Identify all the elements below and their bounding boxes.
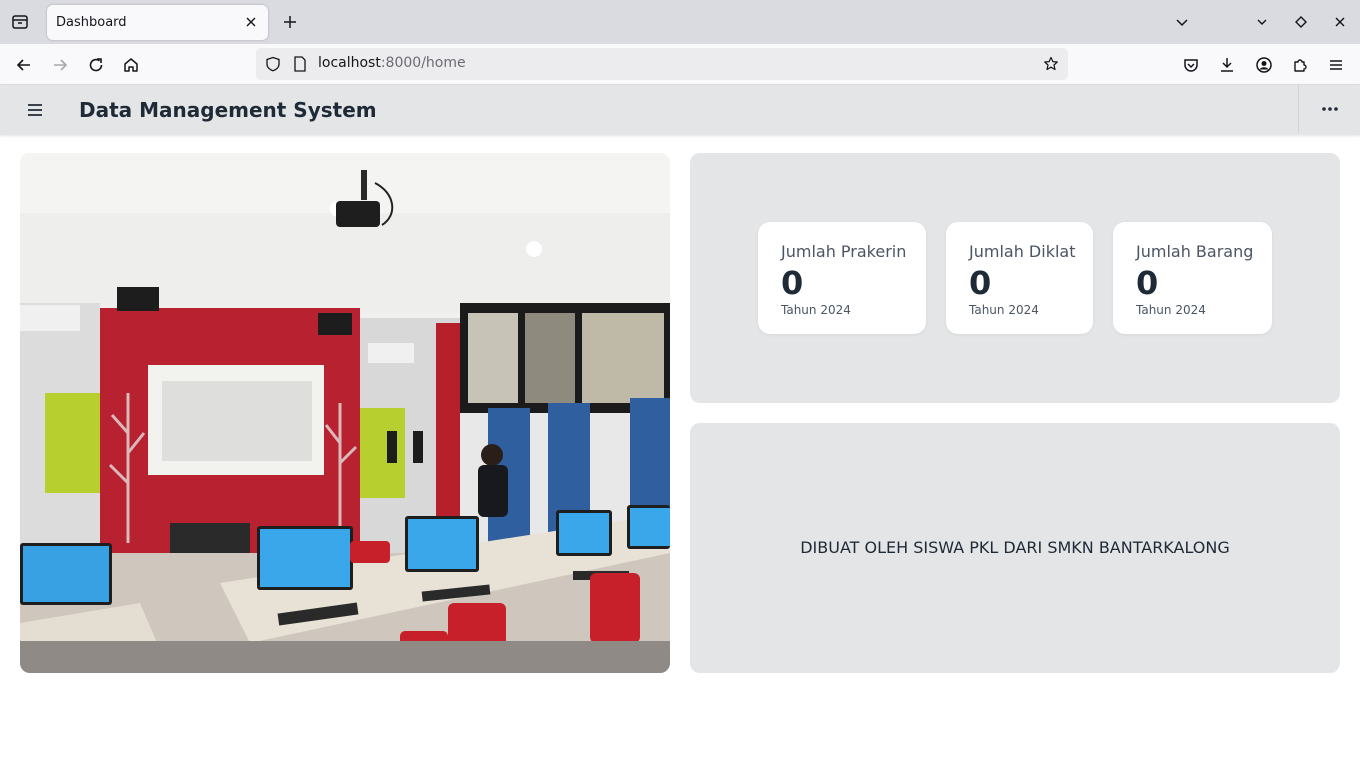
hero-image [20, 153, 670, 673]
url-text[interactable]: localhost:8000/home [318, 55, 466, 71]
shield-icon[interactable] [262, 53, 284, 75]
stat-year: Tahun 2024 [781, 303, 851, 317]
window-close-icon[interactable] [1328, 10, 1352, 34]
minimize-icon[interactable] [1250, 10, 1274, 34]
hamburger-menu-icon[interactable] [22, 97, 48, 123]
star-icon[interactable] [1040, 53, 1062, 75]
url-host: localhost [318, 55, 381, 71]
stat-card-diklat: Jumlah Diklat 0 Tahun 2024 [946, 222, 1093, 334]
credit-panel: DIBUAT OLEH SISWA PKL DARI SMKN BANTARKA… [690, 423, 1340, 673]
stat-value: 0 [969, 264, 992, 302]
credit-text: DIBUAT OLEH SISWA PKL DARI SMKN BANTARKA… [800, 537, 1230, 557]
download-icon[interactable] [1214, 52, 1240, 78]
home-icon[interactable] [118, 52, 144, 78]
page-icon[interactable] [290, 54, 310, 74]
browser-tab-bar: Dashboard [0, 0, 1360, 44]
stat-year: Tahun 2024 [1136, 303, 1206, 317]
stat-label: Jumlah Barang [1136, 242, 1254, 261]
stats-panel: Jumlah Prakerin 0 Tahun 2024 Jumlah Dikl… [690, 153, 1340, 403]
chevron-down-icon[interactable] [1170, 10, 1194, 34]
stat-label: Jumlah Diklat [969, 242, 1076, 261]
stat-value: 0 [1136, 264, 1159, 302]
forward-arrow-icon[interactable] [47, 52, 73, 78]
close-icon[interactable] [242, 13, 260, 31]
app-title: Data Management System [79, 98, 377, 122]
back-arrow-icon[interactable] [11, 52, 37, 78]
plus-icon[interactable] [278, 10, 302, 34]
hamburger-menu-icon[interactable] [1323, 52, 1349, 78]
tab-dashboard[interactable]: Dashboard [47, 5, 268, 40]
url-path: :8000/home [380, 55, 466, 71]
extensions-icon[interactable] [1287, 52, 1313, 78]
more-dots-icon[interactable] [1298, 85, 1360, 133]
stat-value: 0 [781, 264, 804, 302]
stat-year: Tahun 2024 [969, 303, 1039, 317]
pocket-icon[interactable] [1178, 52, 1204, 78]
stat-card-prakerin: Jumlah Prakerin 0 Tahun 2024 [758, 222, 926, 334]
app-header: Data Management System [0, 85, 1360, 135]
stat-card-barang: Jumlah Barang 0 Tahun 2024 [1113, 222, 1272, 334]
tab-title: Dashboard [56, 15, 127, 30]
reload-icon[interactable] [83, 52, 109, 78]
stat-label: Jumlah Prakerin [781, 242, 907, 261]
tab-list-icon[interactable] [8, 10, 32, 34]
account-icon[interactable] [1251, 52, 1277, 78]
url-bar[interactable]: localhost:8000/home [256, 48, 1068, 80]
maximize-icon[interactable] [1289, 10, 1313, 34]
